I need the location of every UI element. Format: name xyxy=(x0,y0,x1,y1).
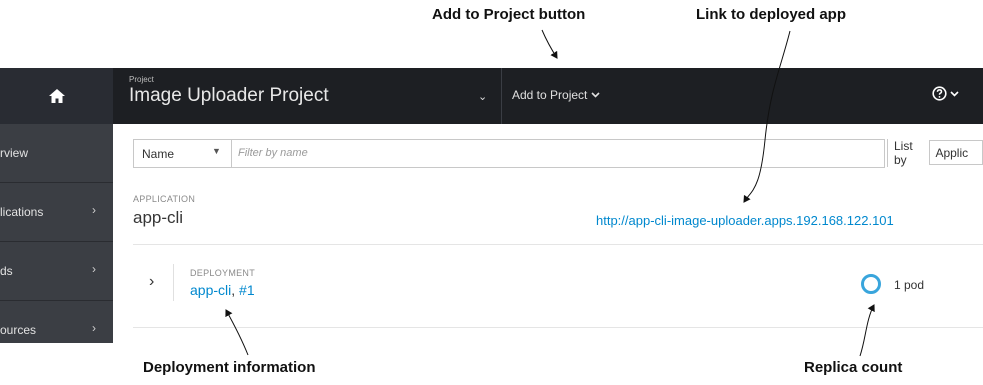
top-navbar: Project Image Uploader Project ⌄ Add to … xyxy=(0,68,983,124)
add-to-project-label: Add to Project xyxy=(512,88,588,102)
callout-replica-count: Replica count xyxy=(804,359,903,376)
divider xyxy=(133,244,983,245)
overview-main: Name ▼ Filter by name List by Applic APP… xyxy=(113,124,983,343)
sidebar-item-label: ources xyxy=(0,323,37,337)
help-icon xyxy=(932,86,947,101)
sidebar: rview lications › ds › ources › xyxy=(0,124,113,343)
divider xyxy=(173,264,174,301)
home-button[interactable] xyxy=(0,68,113,124)
deployed-app-link[interactable]: http://app-cli-image-uploader.apps.192.1… xyxy=(596,213,894,228)
list-by-label: List by xyxy=(887,138,924,167)
application-name: app-cli xyxy=(133,208,184,227)
help-menu[interactable] xyxy=(932,86,959,101)
callout-add-to-project: Add to Project button xyxy=(432,6,586,23)
filter-type-select[interactable]: Name ▼ xyxy=(134,140,232,167)
chevron-down-icon xyxy=(591,92,600,98)
list-by-control: List by Applic xyxy=(887,138,983,167)
project-label: Project xyxy=(129,75,154,84)
openshift-console: Project Image Uploader Project ⌄ Add to … xyxy=(0,68,983,343)
arrow-add-to-project xyxy=(541,29,558,59)
home-icon xyxy=(48,89,65,103)
deployment-version-link[interactable]: #1 xyxy=(239,282,255,298)
sidebar-item-overview[interactable]: rview xyxy=(0,124,113,183)
chevron-down-icon[interactable]: ⌄ xyxy=(478,90,487,103)
add-to-project-button[interactable]: Add to Project xyxy=(512,88,600,102)
callout-deployment-info: Deployment information xyxy=(143,359,316,376)
deployment-link[interactable]: app-cli xyxy=(190,282,231,298)
pod-donut-icon[interactable] xyxy=(861,274,881,294)
topbar-divider xyxy=(501,68,502,124)
sidebar-item-label: ds xyxy=(0,264,13,278)
filter-bar: Name ▼ Filter by name xyxy=(133,139,885,168)
list-by-select[interactable]: Applic xyxy=(929,140,983,165)
pod-count: 1 pod xyxy=(894,278,925,292)
chevron-down-icon: ▼ xyxy=(212,146,221,156)
deployment-section-label: DEPLOYMENT xyxy=(190,268,256,278)
application-section-label: APPLICATION xyxy=(133,194,196,204)
chevron-right-icon: › xyxy=(92,321,96,335)
project-selector[interactable]: Image Uploader Project xyxy=(129,85,329,107)
chevron-right-icon[interactable]: › xyxy=(149,273,154,291)
sidebar-item-resources[interactable]: ources › xyxy=(0,301,113,343)
sidebar-item-applications[interactable]: lications › xyxy=(0,183,113,242)
chevron-right-icon: › xyxy=(92,203,96,217)
deployment-title: app-cli, #1 xyxy=(190,282,255,298)
sidebar-item-label: rview xyxy=(0,146,29,160)
chevron-down-icon xyxy=(950,90,959,97)
filter-type-value: Name xyxy=(142,146,175,161)
filter-input[interactable]: Filter by name xyxy=(238,147,308,159)
divider xyxy=(133,327,983,328)
chevron-right-icon: › xyxy=(92,262,96,276)
callout-deployed-link: Link to deployed app xyxy=(696,6,847,23)
sidebar-item-label: lications xyxy=(0,205,44,219)
sidebar-item-builds[interactable]: ds › xyxy=(0,242,113,301)
deployment-separator: , xyxy=(231,282,240,298)
